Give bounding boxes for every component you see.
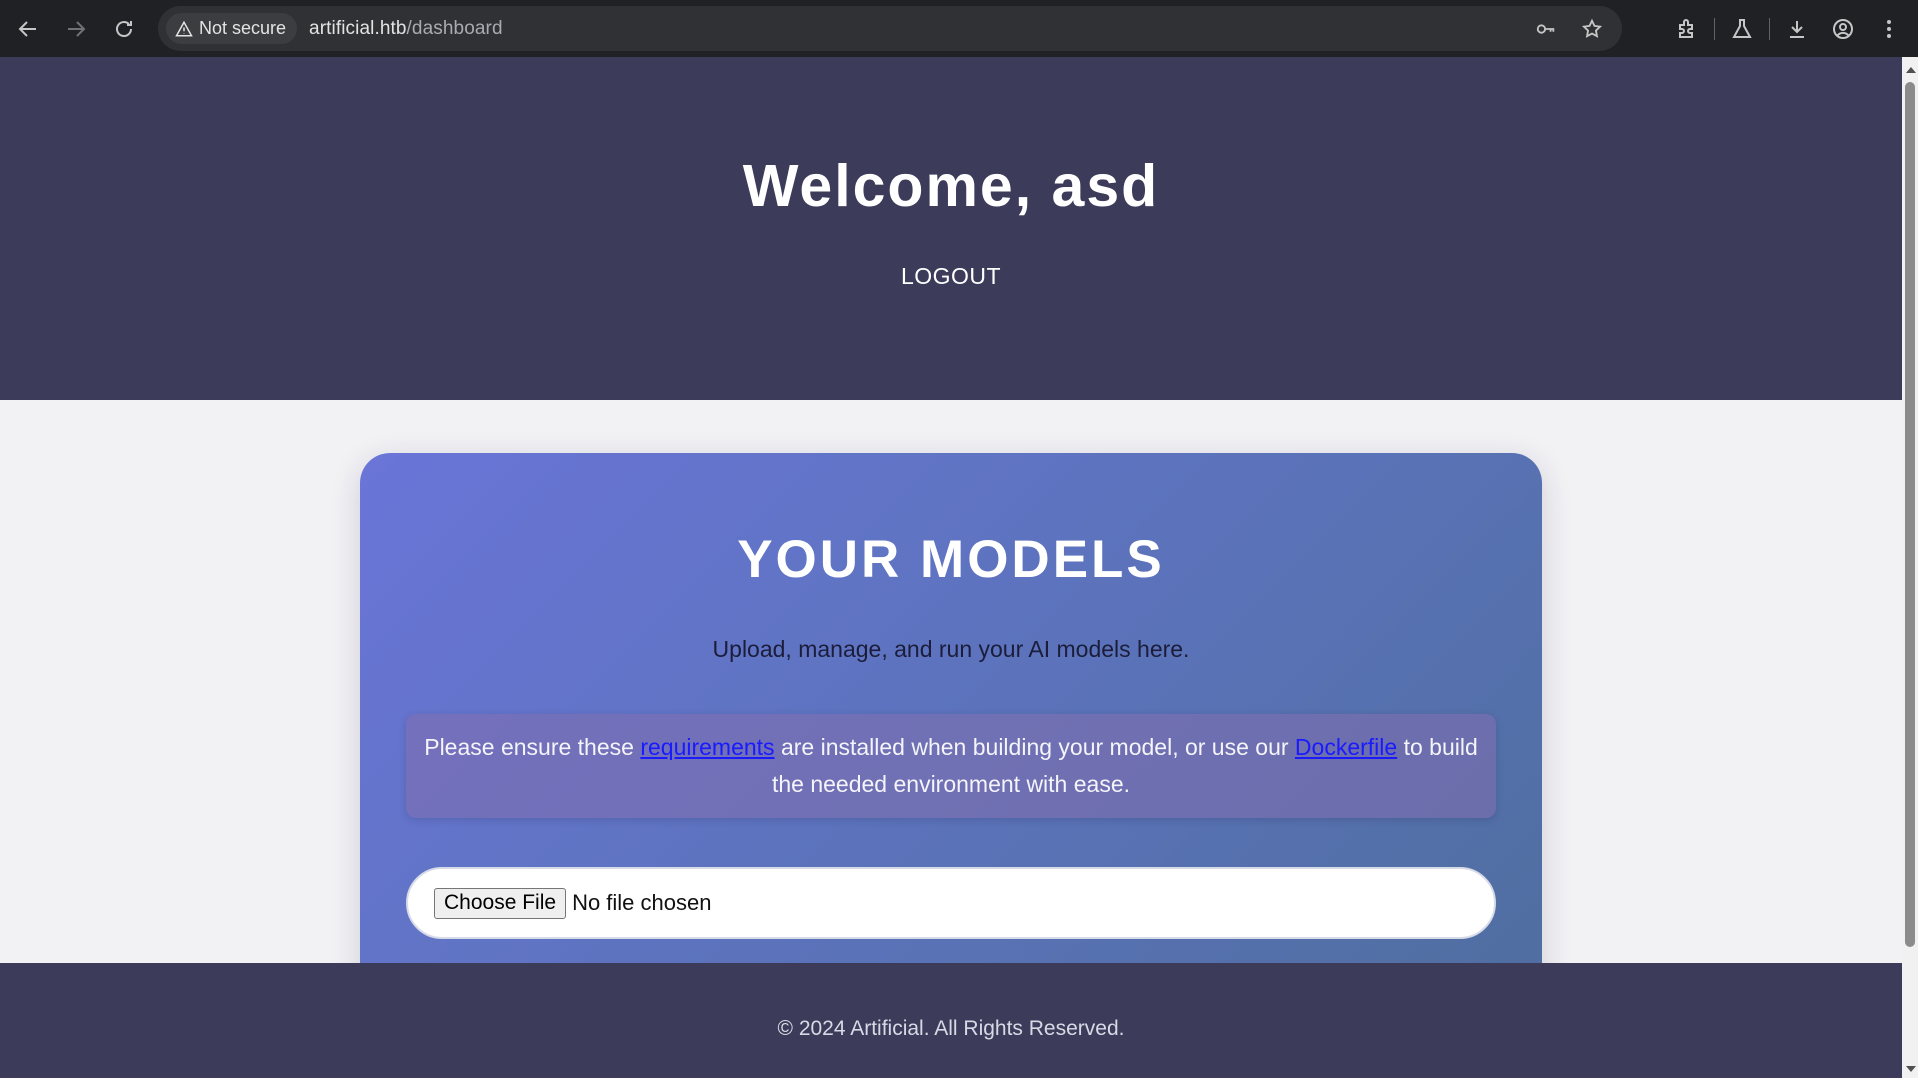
passwords-button[interactable]	[1526, 9, 1566, 49]
scroll-thumb[interactable]	[1905, 82, 1915, 947]
address-bar[interactable]: Not secure artificial.htb/dashboard	[158, 6, 1622, 51]
page-viewport: Welcome, asd LOGOUT YOUR MODELS Upload, …	[0, 57, 1902, 1078]
forward-icon	[68, 20, 86, 37]
page-footer: © 2024 Artificial. All Rights Reserved.	[0, 963, 1902, 1078]
notice-text: are installed when building your model, …	[774, 734, 1295, 760]
browser-toolbar: Not secure artificial.htb/dashboard	[0, 0, 1918, 57]
downloads-button[interactable]	[1774, 6, 1820, 52]
requirements-link[interactable]: requirements	[640, 734, 774, 760]
requirements-notice: Please ensure these requirements are ins…	[406, 714, 1496, 818]
url-host: artificial.htb	[309, 17, 407, 39]
extensions-icon	[1679, 18, 1693, 38]
security-label: Not secure	[199, 18, 287, 38]
download-icon	[1790, 20, 1804, 38]
models-subtitle: Upload, manage, and run your AI models h…	[712, 636, 1190, 662]
profile-button[interactable]	[1820, 6, 1866, 52]
scroll-up-arrow[interactable]	[1906, 67, 1916, 73]
notice-text: Please ensure these	[424, 734, 641, 760]
toolbar-divider	[1769, 17, 1770, 40]
extensions-button[interactable]	[1664, 6, 1710, 52]
bookmark-button[interactable]	[1572, 9, 1612, 49]
labs-button[interactable]	[1719, 6, 1765, 52]
page-header: Welcome, asd LOGOUT	[0, 57, 1902, 400]
star-icon	[1581, 18, 1603, 38]
models-title: YOUR MODELS	[737, 530, 1165, 589]
page-scrollbar[interactable]	[1902, 57, 1918, 1078]
copyright-text: © 2024 Artificial. All Rights Reserved.	[777, 1017, 1125, 1040]
key-icon	[1536, 23, 1555, 34]
reload-button[interactable]	[104, 9, 144, 49]
back-button[interactable]	[8, 9, 48, 49]
back-icon	[18, 20, 36, 37]
url-path: /dashboard	[406, 17, 503, 39]
forward-button[interactable]	[56, 9, 96, 49]
welcome-heading: Welcome, asd	[742, 153, 1160, 219]
models-card: YOUR MODELS Upload, manage, and run your…	[360, 453, 1542, 1013]
browser-menu-button[interactable]	[1866, 6, 1912, 52]
file-status: No file chosen	[572, 890, 712, 915]
profile-icon	[1833, 18, 1853, 39]
toolbar-divider	[1714, 17, 1715, 40]
menu-icon	[1887, 19, 1891, 38]
dockerfile-link[interactable]: Dockerfile	[1295, 734, 1397, 760]
reload-icon	[116, 20, 132, 37]
url-text[interactable]: artificial.htb/dashboard	[309, 18, 503, 40]
model-file-input[interactable]: Choose File No file chosen	[406, 867, 1496, 939]
security-chip[interactable]: Not secure	[166, 13, 298, 44]
labs-icon	[1732, 18, 1752, 38]
warning-icon	[175, 20, 193, 36]
scroll-down-arrow[interactable]	[1906, 1066, 1916, 1072]
logout-link[interactable]: LOGOUT	[0, 263, 1902, 290]
choose-file-button[interactable]: Choose File	[434, 887, 567, 919]
